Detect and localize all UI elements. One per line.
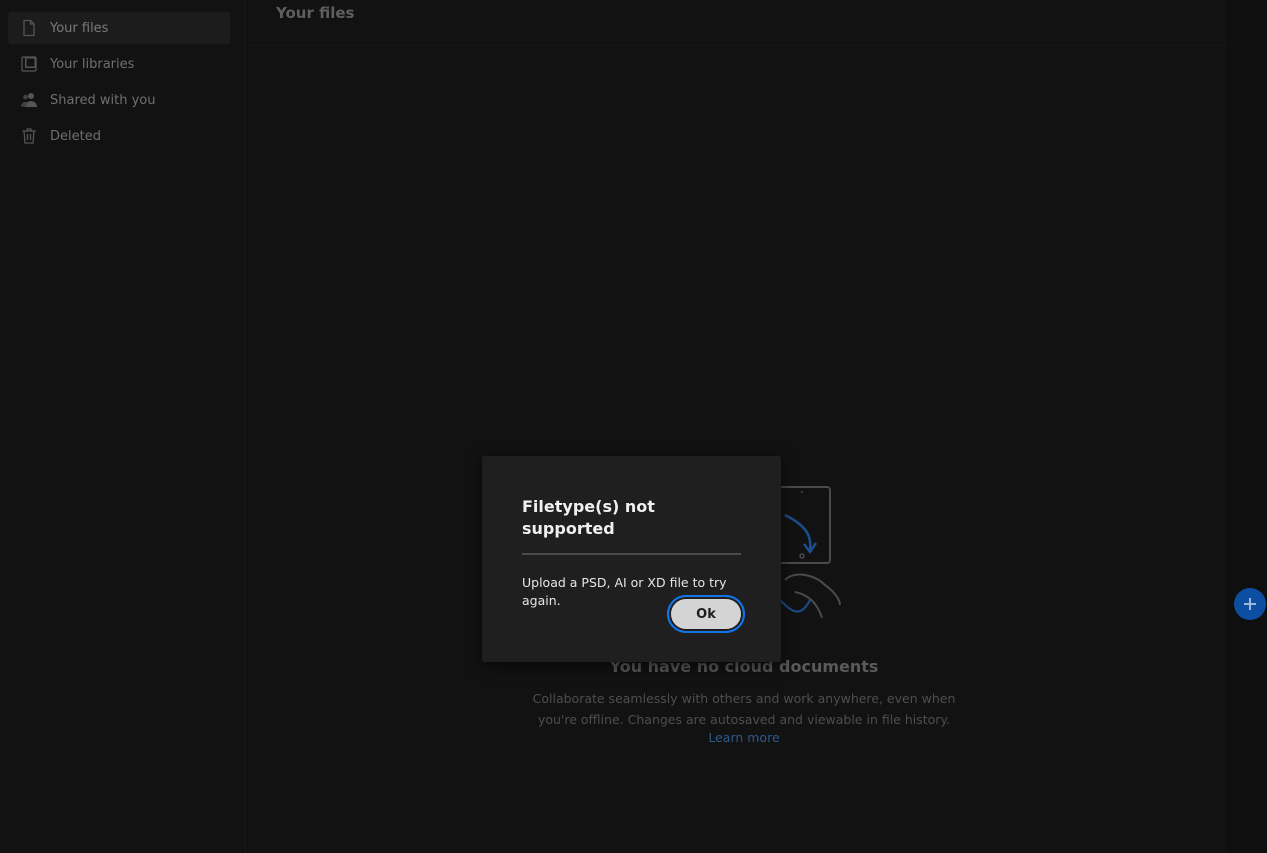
- sidebar-item-label: Shared with you: [50, 92, 156, 108]
- page-title: Your files: [276, 4, 355, 23]
- add-button[interactable]: [1234, 588, 1266, 620]
- app-window: Your files Your libraries Shared with yo…: [0, 0, 1267, 853]
- empty-state-description: Collaborate seamlessly with others and w…: [532, 691, 956, 727]
- shared-users-icon: [20, 91, 38, 109]
- sidebar-item-deleted[interactable]: Deleted: [8, 120, 230, 152]
- dialog-divider: [522, 553, 741, 555]
- file-icon: [20, 19, 38, 37]
- plus-icon: [1244, 598, 1256, 610]
- sidebar-item-shared-with-you[interactable]: Shared with you: [8, 84, 230, 116]
- sidebar-item-label: Your libraries: [50, 56, 135, 72]
- ok-button[interactable]: Ok: [667, 595, 745, 633]
- sidebar-item-label: Deleted: [50, 128, 101, 144]
- trash-icon: [20, 127, 38, 145]
- learn-more-link[interactable]: Learn more: [644, 730, 844, 745]
- filetype-error-dialog: Filetype(s) not supported Upload a PSD, …: [482, 456, 781, 662]
- sidebar-item-your-libraries[interactable]: Your libraries: [8, 48, 230, 80]
- right-panel-strip: [1227, 0, 1267, 853]
- dialog-title: Filetype(s) not supported: [522, 497, 655, 538]
- sidebar-item-your-files[interactable]: Your files: [8, 12, 230, 44]
- sidebar-item-label: Your files: [50, 20, 109, 36]
- libraries-icon: [20, 55, 38, 73]
- sidebar: Your files Your libraries Shared with yo…: [0, 0, 246, 853]
- main-header: Your files: [247, 0, 1227, 46]
